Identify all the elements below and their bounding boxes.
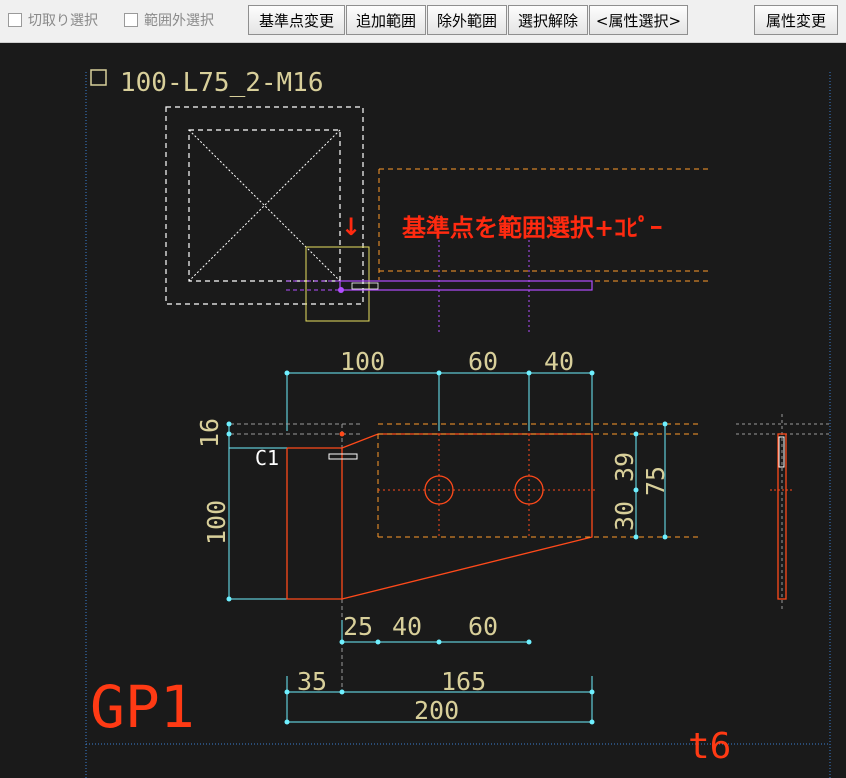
dim-text-100-vertical: 100: [202, 500, 231, 545]
plate-outline-left: [286, 447, 343, 600]
out-of-range-checkbox[interactable]: 範囲外選択: [124, 9, 214, 31]
slot-symbol: [328, 453, 358, 460]
cad-drawing: 100-L75_2-M16 ↓ 基準点を範囲選択+ｺﾋﾟｰ 100 60 40 …: [85, 68, 831, 778]
dim-point: [436, 370, 442, 376]
attribute-change-button[interactable]: 属性変更: [754, 5, 838, 35]
dim-point: [589, 719, 595, 725]
dim-text-60-bottom: 60: [468, 612, 498, 641]
dim-point: [526, 639, 532, 645]
reference-point: [339, 431, 345, 437]
deselect-button[interactable]: 選択解除: [508, 5, 588, 35]
dim-point: [375, 639, 381, 645]
dim-text-39: 39: [610, 452, 639, 482]
dim-point: [526, 370, 532, 376]
dim-point: [284, 719, 290, 725]
attribute-select-button[interactable]: <属性選択>: [589, 5, 688, 35]
dim-text-35: 35: [297, 667, 327, 696]
part-title-box: [90, 69, 107, 86]
cut-select-label: 切取り選択: [28, 13, 98, 29]
base-point-marker: [338, 287, 344, 293]
thickness-label: t6: [688, 726, 731, 767]
out-of-range-label: 範囲外選択: [144, 13, 214, 29]
dim-text-40-bottom: 40: [392, 612, 422, 641]
add-range-button[interactable]: 追加範囲: [346, 5, 426, 35]
dim-point: [436, 639, 442, 645]
dim-point: [633, 534, 639, 540]
dim-point: [633, 487, 639, 493]
selection-rectangle[interactable]: [305, 246, 370, 322]
instruction-arrow: ↓: [341, 213, 361, 241]
dim-point: [662, 534, 668, 540]
dim-text-25: 25: [343, 612, 373, 641]
dim-point: [589, 370, 595, 376]
dim-point: [226, 596, 232, 602]
drawing-canvas[interactable]: 100-L75_2-M16 ↓ 基準点を範囲選択+ｺﾋﾟｰ 100 60 40 …: [0, 43, 846, 778]
hole-label: C1: [255, 446, 279, 470]
dim-text-40: 40: [544, 347, 574, 376]
part-title: 100-L75_2-M16: [120, 68, 324, 98]
dim-text-16: 16: [195, 418, 224, 448]
toolbar: 切取り選択 範囲外選択 基準点変更 追加範囲 除外範囲 選択解除 <属性選択> …: [0, 0, 846, 43]
exclude-range-button[interactable]: 除外範囲: [427, 5, 507, 35]
dim-point: [662, 421, 668, 427]
instruction-text: 基準点を範囲選択+ｺﾋﾟｰ: [402, 214, 662, 242]
plate-outline: [341, 433, 593, 600]
dim-point: [633, 431, 639, 437]
dim-point: [226, 421, 232, 427]
bolt-symbol: [351, 282, 379, 290]
base-point-button[interactable]: 基準点変更: [248, 5, 345, 35]
dim-text-60: 60: [468, 347, 498, 376]
cut-select-checkbox[interactable]: 切取り選択: [8, 9, 98, 31]
part-mark: GP1: [90, 673, 195, 741]
dim-text-75: 75: [641, 466, 670, 496]
dim-text-200: 200: [414, 696, 459, 725]
dim-text-100: 100: [340, 347, 385, 376]
checkbox-box[interactable]: [124, 13, 138, 27]
checkbox-box[interactable]: [8, 13, 22, 27]
dim-point: [226, 431, 232, 437]
dim-text-30: 30: [610, 501, 639, 531]
dim-text-165: 165: [441, 667, 486, 696]
dim-point: [284, 370, 290, 376]
dim-point: [339, 689, 345, 695]
